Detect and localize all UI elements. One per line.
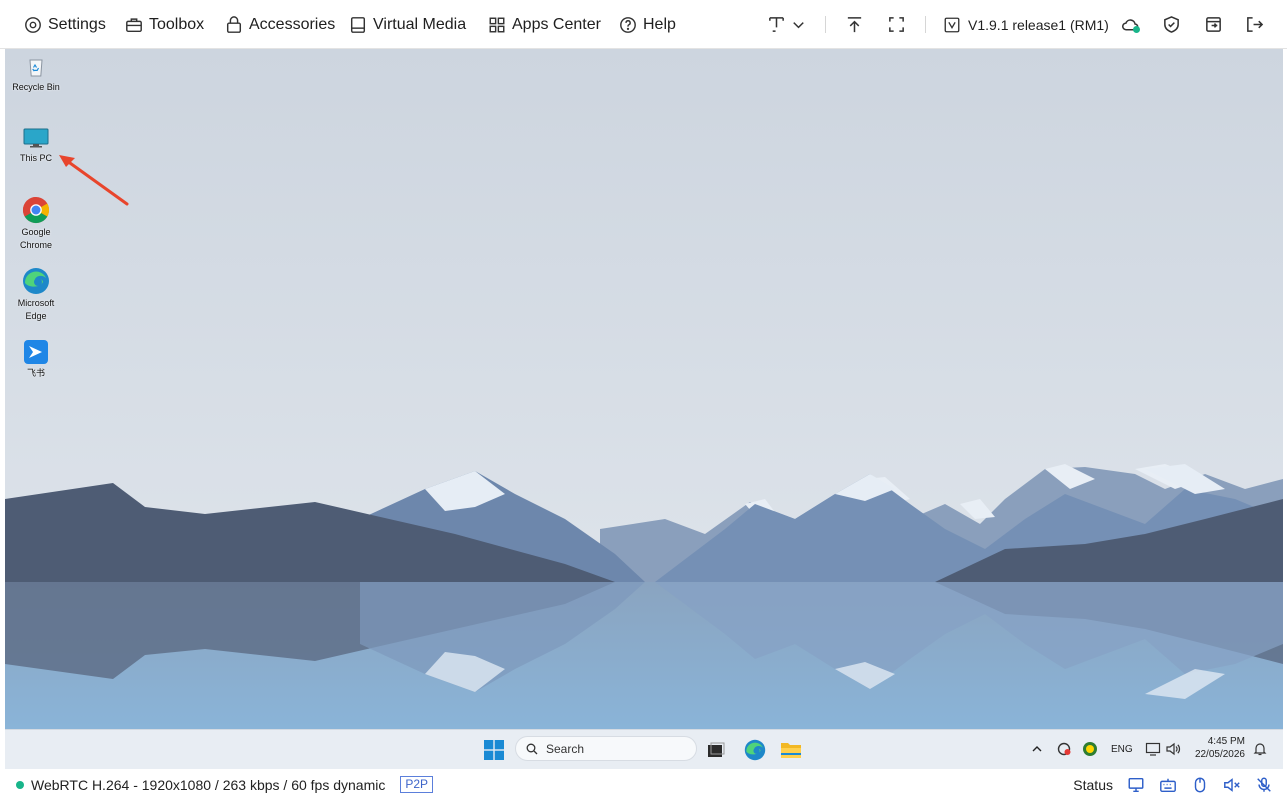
desktop-icon-label: This PC bbox=[19, 153, 52, 163]
chevron-down-icon bbox=[792, 21, 804, 28]
language-indicator[interactable]: ENG bbox=[1111, 744, 1133, 755]
taskbar-search-input[interactable]: Search bbox=[515, 736, 697, 761]
desktop-icon-microsoft-edge[interactable]: Microsoft Edge bbox=[6, 267, 66, 323]
edge-icon bbox=[23, 268, 49, 294]
desktop-icon-feishu[interactable]: 飞书 bbox=[6, 339, 66, 380]
upload-icon bbox=[847, 16, 861, 32]
accessories-label: Accessories bbox=[249, 15, 336, 33]
apps-center-menu[interactable]: Apps Center bbox=[488, 0, 601, 49]
stream-info: WebRTC H.264 - 1920x1080 / 263 kbps / 60… bbox=[16, 769, 434, 800]
disk-icon bbox=[350, 16, 366, 33]
settings-menu[interactable]: Settings bbox=[24, 0, 106, 49]
status-controls: Status bbox=[1073, 769, 1273, 800]
chrome-icon bbox=[22, 196, 50, 224]
volume-icon[interactable] bbox=[1165, 741, 1181, 757]
desktop-icon-label: Recycle Bin bbox=[12, 82, 60, 92]
version-info[interactable]: V1.9.1 release1 (RM1) bbox=[943, 0, 1109, 49]
speaker-mute-icon[interactable] bbox=[1223, 776, 1241, 794]
logout-button[interactable] bbox=[1242, 12, 1266, 36]
desktop-icon-label: 飞书 bbox=[26, 368, 45, 378]
keyboard-icon[interactable] bbox=[1159, 776, 1177, 794]
connection-status-dot bbox=[16, 780, 24, 789]
toolbar-divider bbox=[825, 16, 826, 33]
desktop-icon-recycle-bin[interactable]: Recycle Bin bbox=[6, 55, 66, 94]
accessories-icon bbox=[226, 15, 242, 33]
chevron-up-icon[interactable] bbox=[1031, 743, 1043, 755]
security-tray-icon[interactable] bbox=[1082, 741, 1098, 757]
sync-icon[interactable] bbox=[1056, 741, 1072, 757]
shield-check-icon bbox=[1163, 15, 1179, 33]
help-icon bbox=[620, 16, 636, 33]
clock-time[interactable]: 4:45 PM bbox=[1193, 736, 1245, 747]
fullscreen-icon bbox=[888, 16, 904, 32]
network-icon[interactable] bbox=[1145, 741, 1161, 757]
help-label: Help bbox=[643, 15, 676, 33]
text-input-dropdown[interactable] bbox=[786, 12, 810, 36]
switch-device-button[interactable] bbox=[1201, 12, 1225, 36]
search-icon bbox=[526, 743, 538, 754]
version-icon bbox=[944, 17, 960, 32]
annotation-arrow bbox=[59, 155, 129, 206]
version-label: V1.9.1 release1 (RM1) bbox=[968, 16, 1109, 33]
online-indicator bbox=[1133, 26, 1140, 33]
apps-center-label: Apps Center bbox=[512, 15, 601, 33]
remote-desktop-screen[interactable]: Recycle Bin This PC Google Chrome Micros… bbox=[5, 49, 1283, 769]
stream-info-text: WebRTC H.264 - 1920x1080 / 263 kbps / 60… bbox=[31, 776, 386, 793]
toolbox-icon bbox=[126, 17, 142, 32]
display-icon[interactable] bbox=[1127, 776, 1145, 794]
toolbar-divider bbox=[925, 16, 926, 33]
text-input-button[interactable] bbox=[764, 12, 788, 36]
status-button[interactable]: Status bbox=[1073, 777, 1113, 793]
task-view-icon[interactable] bbox=[707, 742, 725, 758]
windows-start-icon[interactable] bbox=[484, 740, 504, 760]
notification-bell-icon[interactable] bbox=[1253, 742, 1267, 756]
text-cursor-icon bbox=[768, 16, 784, 32]
windows-taskbar: Search ENG 4:45 PM 22/05/2026 bbox=[5, 729, 1283, 769]
desktop-icon-label: Google Chrome bbox=[19, 227, 52, 250]
fullscreen-button[interactable] bbox=[884, 12, 908, 36]
toolbox-label: Toolbox bbox=[149, 15, 205, 33]
virtual-media-label: Virtual Media bbox=[373, 15, 467, 33]
toolbox-menu[interactable]: Toolbox bbox=[125, 0, 204, 49]
recycle-bin-icon bbox=[29, 59, 43, 77]
desktop-icon-label: Microsoft Edge bbox=[17, 298, 55, 321]
mouse-icon[interactable] bbox=[1191, 776, 1209, 794]
logout-icon bbox=[1246, 16, 1263, 32]
status-bar: WebRTC H.264 - 1920x1080 / 263 kbps / 60… bbox=[0, 769, 1287, 800]
feishu-icon bbox=[24, 340, 48, 364]
settings-icon bbox=[25, 16, 41, 33]
taskbar-edge-icon[interactable] bbox=[744, 739, 766, 761]
apps-grid-icon bbox=[489, 17, 505, 32]
upload-button[interactable] bbox=[842, 12, 866, 36]
clock-date[interactable]: 22/05/2026 bbox=[1191, 749, 1245, 760]
security-button[interactable] bbox=[1159, 12, 1183, 36]
p2p-badge: P2P bbox=[400, 776, 434, 793]
search-placeholder: Search bbox=[546, 741, 585, 756]
desktop-wallpaper bbox=[5, 49, 1283, 729]
top-toolbar: Settings Toolbox Accessories Virtual Med… bbox=[0, 0, 1287, 49]
help-menu[interactable]: Help bbox=[619, 0, 676, 49]
monitor-icon bbox=[23, 128, 49, 148]
device-switch-icon bbox=[1205, 16, 1221, 32]
settings-label: Settings bbox=[48, 15, 106, 33]
accessories-menu[interactable]: Accessories bbox=[225, 0, 335, 49]
file-explorer-icon[interactable] bbox=[780, 740, 802, 760]
virtual-media-menu[interactable]: Virtual Media bbox=[349, 0, 466, 49]
microphone-off-icon[interactable] bbox=[1255, 776, 1273, 794]
cloud-status-button[interactable] bbox=[1118, 12, 1142, 36]
